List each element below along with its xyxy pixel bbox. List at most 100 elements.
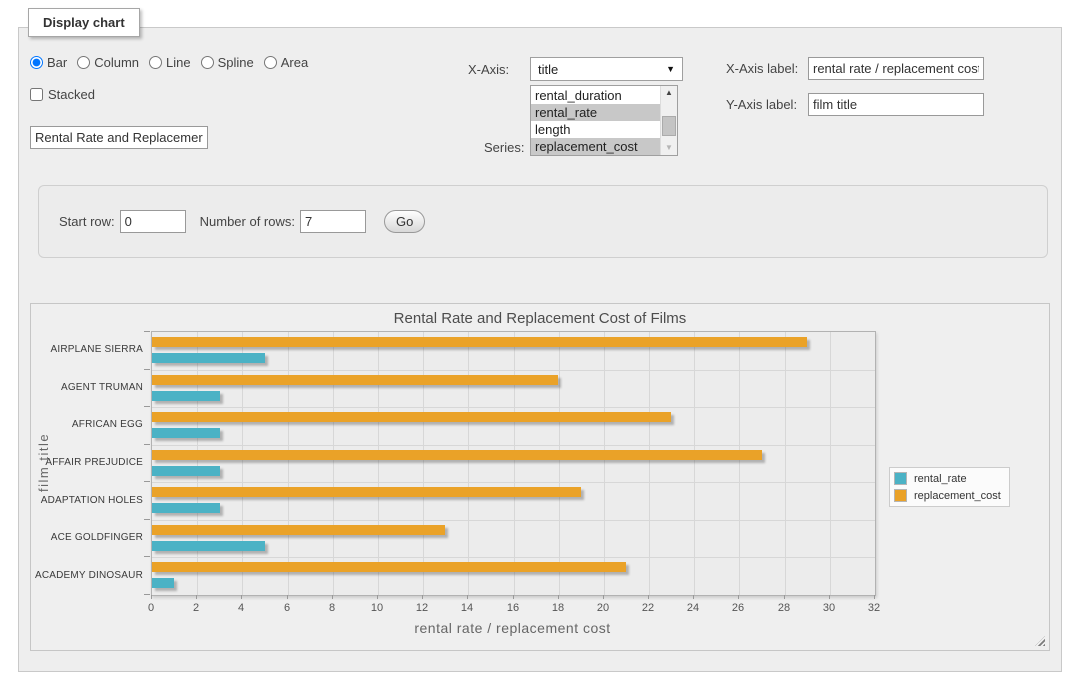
x-tick-mark [874,595,875,599]
x-tick-mark [377,595,378,599]
gridline-vertical [378,332,379,595]
chart-container: Rental Rate and Replacement Cost of Film… [30,303,1050,651]
y-tick-label: AFFAIR PREJUDICE [31,444,143,482]
stacked-label: Stacked [48,87,95,102]
series-options: rental_duration rental_rate length repla… [531,86,660,155]
radio-area[interactable]: Area [264,55,308,70]
series-option[interactable]: rental_duration [531,87,660,104]
x-tick-label: 18 [552,602,564,614]
radio-area-input[interactable] [264,56,277,69]
x-axis-label-input[interactable] [808,57,984,80]
bar-replacement_cost[interactable] [152,375,558,385]
y-axis-label-input[interactable] [808,93,984,116]
x-tick-label: 0 [148,602,154,614]
x-tick-mark [467,595,468,599]
start-row-input[interactable] [120,210,186,233]
x-tick-mark [513,595,514,599]
bar-rental_rate[interactable] [152,503,220,513]
radio-spline[interactable]: Spline [201,55,254,70]
x-tick-mark [241,595,242,599]
legend-label: replacement_cost [914,490,1001,502]
legend-item: replacement_cost [894,489,1001,502]
x-tick-label: 4 [238,602,244,614]
gridline-vertical [197,332,198,595]
bar-replacement_cost[interactable] [152,337,807,347]
bar-replacement_cost[interactable] [152,525,445,535]
legend-swatch [894,472,907,485]
scrollbar-track[interactable] [661,100,677,141]
chart-type-radio-group: Bar Column Line Spline Area [30,55,318,70]
bar-rental_rate[interactable] [152,578,174,588]
gridline-vertical [785,332,786,595]
x-axis-label-label: X-Axis label: [726,61,798,76]
bar-rental_rate[interactable] [152,391,220,401]
series-scrollbar[interactable]: ▲ ▼ [660,86,677,155]
bar-rental_rate[interactable] [152,353,265,363]
x-tick-label: 2 [193,602,199,614]
fieldset-legend: Display chart [28,8,140,37]
x-tick-mark [422,595,423,599]
scrollbar-thumb[interactable] [662,116,676,135]
bar-replacement_cost[interactable] [152,487,581,497]
series-listbox[interactable]: rental_duration rental_rate length repla… [530,85,678,156]
gridline-horizontal [152,370,875,371]
y-tick-label: ACADEMY DINOSAUR [31,556,143,594]
stacked-checkbox-row: Stacked [30,87,95,102]
scroll-up-icon[interactable]: ▲ [661,86,677,100]
x-tick-label: 10 [371,602,383,614]
gridline-vertical [514,332,515,595]
num-rows-input[interactable] [300,210,366,233]
x-tick-mark [558,595,559,599]
radio-bar-input[interactable] [30,56,43,69]
y-tick-mark [144,556,150,557]
gridline-horizontal [152,482,875,483]
bar-rental_rate[interactable] [152,466,220,476]
x-tick-mark [332,595,333,599]
series-option[interactable]: rental_rate [531,104,660,121]
y-axis-label-label: Y-Axis label: [726,97,797,112]
y-tick-label: AIRPLANE SIERRA [31,331,143,369]
chart-title-input[interactable] [30,126,208,149]
y-tick-label: ACE GOLDFINGER [31,519,143,557]
bar-rental_rate[interactable] [152,428,220,438]
x-tick-label: 30 [823,602,835,614]
bar-replacement_cost[interactable] [152,562,626,572]
radio-spline-input[interactable] [201,56,214,69]
go-button[interactable]: Go [384,210,425,233]
radio-column[interactable]: Column [77,55,139,70]
radio-line[interactable]: Line [149,55,191,70]
row-range-panel: Start row: Number of rows: Go [38,185,1048,258]
y-tick-mark [144,406,150,407]
radio-line-input[interactable] [149,56,162,69]
display-chart-page: Display chart Bar Column Line Spline Are… [0,0,1081,681]
x-tick-label: 16 [507,602,519,614]
y-tick-mark [144,519,150,520]
gridline-horizontal [152,407,875,408]
y-tick-label: AFRICAN EGG [31,406,143,444]
scroll-down-icon[interactable]: ▼ [661,141,677,155]
gridline-vertical [559,332,560,595]
y-category-labels: AIRPLANE SIERRAAGENT TRUMANAFRICAN EGGAF… [31,331,143,594]
legend-label: rental_rate [914,473,967,485]
bar-replacement_cost[interactable] [152,412,671,422]
radio-bar[interactable]: Bar [30,55,67,70]
series-option[interactable]: length [531,121,660,138]
chart-legend: rental_rate replacement_cost [889,467,1010,507]
stacked-checkbox[interactable] [30,88,43,101]
radio-column-input[interactable] [77,56,90,69]
x-axis-select[interactable]: title ▼ [530,57,683,81]
y-tick-mark [144,481,150,482]
y-tick-mark [144,369,150,370]
x-axis-select-label: X-Axis: [468,62,509,77]
series-option[interactable]: replacement_cost [531,138,660,155]
x-tick-label: 26 [732,602,744,614]
x-tick-label: 22 [642,602,654,614]
x-tick-label: 28 [778,602,790,614]
y-tick-mark [144,331,150,332]
gridline-vertical [830,332,831,595]
x-tick-mark [603,595,604,599]
x-tick-mark [784,595,785,599]
bar-replacement_cost[interactable] [152,450,762,460]
resize-grip-icon[interactable] [1035,636,1045,646]
bar-rental_rate[interactable] [152,541,265,551]
